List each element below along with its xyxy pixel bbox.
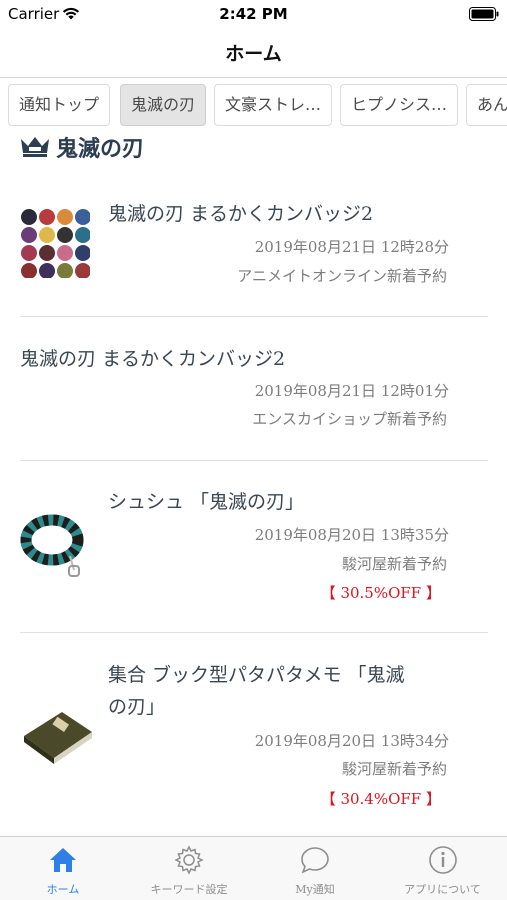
item-date: 2019年08月21日 12時28分 [254,238,449,256]
discount-badge: 【 30.4%OFF 】 [320,790,441,808]
tab-bar-my-notifications-label: My通知 [295,883,335,896]
item-source: 駿河屋新着予約 [341,555,447,573]
tab-bar-my-notifications[interactable]: My通知 [252,837,378,900]
tab-bar-home-label: ホーム [46,883,80,896]
battery-icon [469,7,499,21]
tab-kimetsu[interactable]: 鬼滅の刃 [120,84,206,126]
item-source: アニメイトオンライン新着予約 [237,267,447,285]
item-title[interactable]: シュシュ 「鬼滅の刃」 [108,486,304,518]
info-icon [428,846,457,874]
tab-notification-top[interactable]: 通知トップ [8,84,110,126]
item-source: 駿河屋新着予約 [341,760,447,778]
tab-bar-keyword-settings[interactable]: キーワード設定 [126,837,252,900]
divider [20,316,488,317]
tab-an[interactable]: あん [466,84,507,126]
badge-grid-thumbnail [21,209,90,278]
item-source: エンスカイショップ新着予約 [252,410,447,428]
item-date: 2019年08月20日 13時34分 [254,732,449,750]
tab-bar-about-label: アプリについて [404,883,481,896]
book-memo-thumbnail [24,712,92,764]
item-title-line-2[interactable]: の刃」 [108,691,165,723]
divider [20,460,488,461]
gear-icon [174,845,204,875]
item-title[interactable]: 鬼滅の刃 まるかくカンバッジ2 [108,198,373,230]
home-icon [50,848,76,872]
section-title: 鬼滅の刃 [56,136,145,162]
status-bar: Carrier 2:42 PM [0,0,507,28]
item-title-line-1[interactable]: 集合 ブック型パタパタメモ 「鬼滅 [108,659,405,691]
tab-hypnosis[interactable]: ヒプノシス… [340,84,458,126]
item-title[interactable]: 鬼滅の刃 まるかくカンバッジ2 [20,343,285,375]
discount-badge: 【 30.5%OFF 】 [320,584,441,602]
category-tab-strip[interactable]: 通知トップ 鬼滅の刃 文豪ストレ… ヒプノシス… あん [0,84,507,128]
chat-bubble-icon [301,847,329,874]
tab-bar-keyword-label: キーワード設定 [150,883,228,896]
page-title: ホーム [225,43,282,65]
item-date: 2019年08月20日 13時35分 [254,526,449,544]
item-date: 2019年08月21日 12時01分 [254,382,449,400]
bottom-tab-bar: ホーム キーワード設定 My通知 アプリについて [0,836,507,900]
navigation-bar: ホーム [0,28,507,78]
tab-bar-home[interactable]: ホーム [0,837,126,900]
divider [20,632,488,633]
tab-bar-about-app[interactable]: アプリについて [378,837,507,900]
scrunchie-thumbnail [20,514,84,577]
crown-icon [21,137,49,157]
tab-bungo[interactable]: 文豪ストレ… [214,84,332,126]
status-time: 2:42 PM [219,5,288,23]
